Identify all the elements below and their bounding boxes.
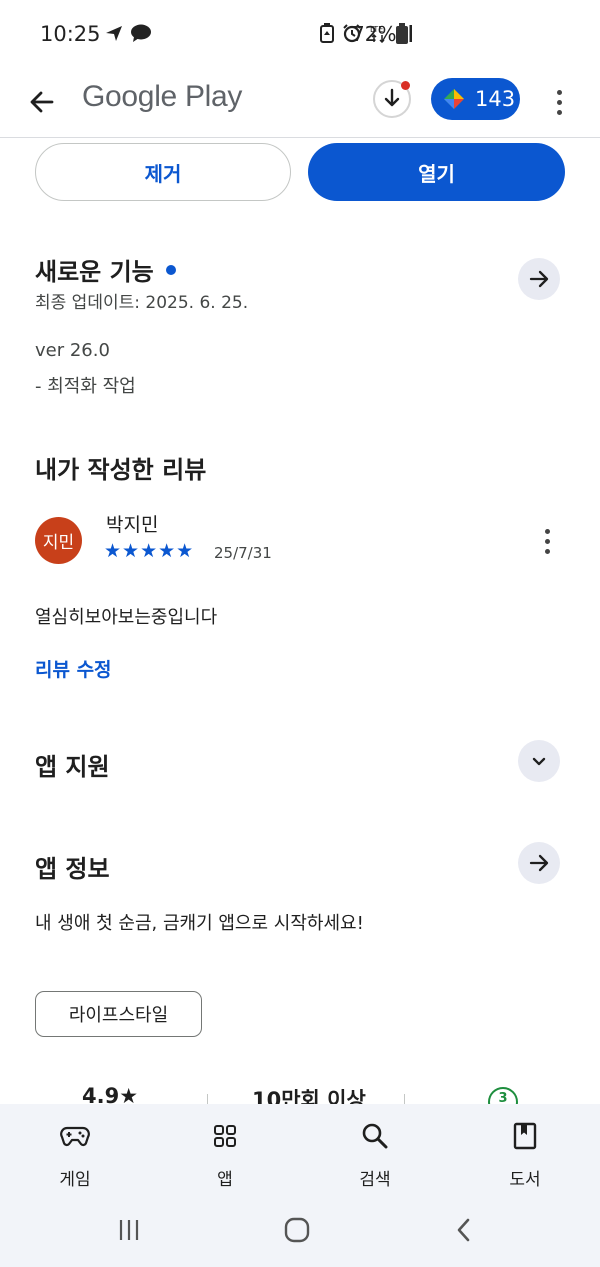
- status-time: 10:25: [40, 22, 101, 46]
- download-manager-button[interactable]: [373, 80, 411, 118]
- system-navigation-bar: [0, 1198, 600, 1267]
- app-support-expand-button[interactable]: [518, 740, 560, 782]
- last-updated: 최종 업데이트: 2025. 6. 25.: [35, 293, 249, 313]
- avatar: 지민: [35, 517, 82, 564]
- top-app-bar: Google Play 143: [0, 70, 600, 138]
- play-points-icon: [444, 89, 464, 109]
- app-stats-row: 4.9★ 10만회 이상 3: [0, 1082, 600, 1106]
- downloads-stat: 10만회 이상: [252, 1088, 366, 1106]
- my-review-heading: 내가 작성한 리뷰: [35, 456, 207, 484]
- chevron-left-icon: [457, 1218, 470, 1242]
- review-options-button[interactable]: [534, 525, 560, 557]
- download-icon: [384, 88, 400, 107]
- apps-grid-icon: [209, 1120, 241, 1152]
- version-text: ver 26.0: [35, 340, 110, 361]
- more-vert-dot: [544, 538, 550, 544]
- arrow-right-icon: [529, 854, 549, 872]
- more-vert-dot: [556, 109, 562, 115]
- book-icon: [509, 1120, 541, 1152]
- status-notification-icons: [104, 23, 152, 47]
- release-notes: - 최적화 작업: [35, 376, 136, 397]
- uninstall-button[interactable]: 제거: [35, 143, 291, 201]
- bottom-navigation: 게임 앱 검색 도서: [0, 1104, 600, 1198]
- battery-saver-icon: [320, 23, 334, 47]
- more-options-button[interactable]: [546, 82, 572, 122]
- gamepad-icon: [59, 1120, 91, 1152]
- more-vert-dot: [544, 548, 550, 554]
- edit-review-link[interactable]: 리뷰 수정: [35, 655, 112, 682]
- nav-item-games[interactable]: 게임: [15, 1104, 135, 1198]
- google-play-logo: Google Play: [82, 80, 243, 113]
- app-description: 내 생애 첫 순금, 금캐기 앱으로 시작하세요!: [35, 913, 364, 934]
- more-vert-icon: [556, 89, 562, 95]
- nav-item-apps[interactable]: 앱: [165, 1104, 285, 1198]
- new-indicator-dot: [165, 265, 176, 275]
- nav-label: 게임: [59, 1170, 91, 1190]
- play-points-count: 143: [475, 87, 516, 111]
- nav-item-books[interactable]: 도서: [465, 1104, 585, 1198]
- arrow-left-icon: [30, 91, 54, 113]
- nav-label: 검색: [359, 1170, 391, 1190]
- more-vert-icon: [544, 528, 550, 534]
- play-points-button[interactable]: 143: [431, 78, 520, 120]
- search-icon: [359, 1120, 391, 1152]
- nav-label: 앱: [217, 1170, 233, 1190]
- category-chip[interactable]: 라이프스타일: [35, 991, 202, 1037]
- whats-new-arrow-button[interactable]: [518, 258, 560, 300]
- rating-stat: 4.9★: [82, 1084, 139, 1106]
- send-icon: [104, 23, 124, 47]
- battery-percent: 72%: [352, 22, 397, 46]
- arrow-right-icon: [529, 270, 549, 288]
- chat-icon: [130, 23, 152, 47]
- recent-apps-button[interactable]: [109, 1212, 149, 1248]
- more-vert-dot: [556, 99, 562, 105]
- recent-apps-icon: [119, 1220, 139, 1240]
- battery-icon: [396, 23, 408, 44]
- back-button[interactable]: [22, 82, 62, 122]
- star-rating: ★★★★★: [104, 540, 195, 562]
- app-support-heading[interactable]: 앱 지원: [35, 747, 110, 782]
- review-text: 열심히보아보는중입니다: [35, 607, 218, 628]
- nav-item-search[interactable]: 검색: [315, 1104, 435, 1198]
- app-info-heading[interactable]: 앱 정보: [35, 849, 110, 884]
- review-date: 25/7/31: [214, 544, 272, 562]
- nav-label: 도서: [509, 1170, 541, 1190]
- system-back-button[interactable]: [444, 1212, 484, 1248]
- open-button[interactable]: 열기: [308, 143, 565, 201]
- whats-new-heading[interactable]: 새로운 기능: [35, 252, 176, 287]
- home-icon: [284, 1217, 310, 1243]
- home-button[interactable]: [277, 1212, 317, 1248]
- reviewer-name: 박지민: [106, 514, 159, 536]
- notification-dot: [401, 81, 410, 90]
- app-info-arrow-button[interactable]: [518, 842, 560, 884]
- whats-new-title: 새로운 기능: [35, 258, 154, 286]
- chevron-down-icon: [532, 757, 546, 766]
- status-bar: 10:25 LTE 72%: [0, 0, 600, 70]
